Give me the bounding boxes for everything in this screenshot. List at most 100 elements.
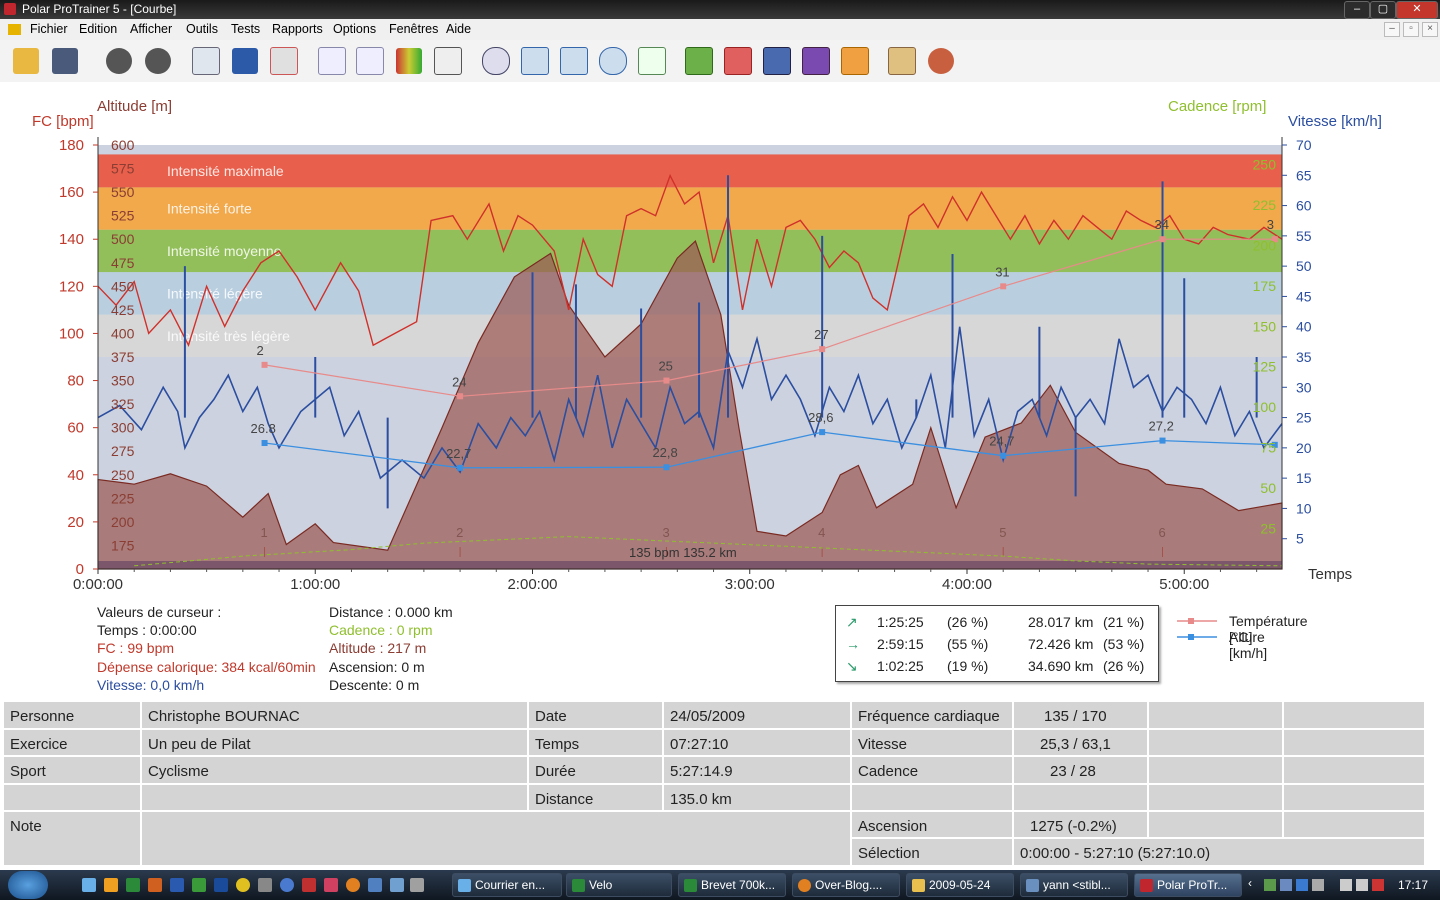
desktop-icon[interactable] xyxy=(82,878,96,892)
mdi-close-button[interactable]: × xyxy=(1422,22,1438,37)
firefox-icon[interactable] xyxy=(346,878,360,892)
mdi-minimize-button[interactable]: – xyxy=(1384,22,1400,37)
tray-icon[interactable] xyxy=(1280,879,1292,891)
analysis-3-icon[interactable] xyxy=(761,45,793,77)
speed-tick-label: 20 xyxy=(1296,440,1312,456)
task-overblog[interactable]: Over-Blog.... xyxy=(792,873,900,897)
zone-pct: (19 %) xyxy=(947,658,989,674)
tray-icon[interactable] xyxy=(1312,879,1324,891)
menu-outils[interactable]: Outils xyxy=(186,22,218,36)
globe-icon[interactable] xyxy=(280,878,294,892)
tray-icon[interactable] xyxy=(1264,879,1276,891)
time-tick-label: 1:00:00 xyxy=(290,576,340,593)
cursor-altitude: Altitude : 217 m xyxy=(329,640,427,657)
clock[interactable]: 17:17 xyxy=(1398,878,1428,892)
word-icon[interactable] xyxy=(170,878,184,892)
battery-icon[interactable] xyxy=(1356,879,1368,891)
report-icon[interactable] xyxy=(886,45,918,77)
marker-icon[interactable] xyxy=(519,45,551,77)
users-icon[interactable] xyxy=(925,45,957,77)
speed-tick-label: 10 xyxy=(1296,500,1312,516)
polar-app-icon xyxy=(1140,879,1153,892)
menu-options[interactable]: Options xyxy=(333,22,376,36)
open-folder-icon[interactable] xyxy=(10,45,42,77)
note-value[interactable] xyxy=(141,811,851,866)
pace-value-label: 28,6 xyxy=(808,410,833,425)
task-courrier[interactable]: Courrier en... xyxy=(452,873,562,897)
cadence-tick-label: 25 xyxy=(1260,521,1276,537)
calendar-icon[interactable] xyxy=(190,45,222,77)
app-icon[interactable] xyxy=(368,878,382,892)
lap-icon[interactable] xyxy=(558,45,590,77)
bar-chart-icon[interactable] xyxy=(354,45,386,77)
bluetooth-icon[interactable] xyxy=(1296,879,1308,891)
powerpoint-icon[interactable] xyxy=(148,878,162,892)
app-icon[interactable] xyxy=(214,878,228,892)
minimize-button[interactable]: – xyxy=(1344,1,1370,19)
zone-row-up: ↗ 1:25:25 (26 %) 28.017 km (21 %) xyxy=(836,612,1158,632)
analysis-5-icon[interactable] xyxy=(839,45,871,77)
temperature-legend-line xyxy=(1177,618,1217,624)
menu-edition[interactable]: Edition xyxy=(79,22,117,36)
fc-tick-label: 160 xyxy=(59,184,84,201)
save-icon[interactable] xyxy=(49,45,81,77)
line-chart-icon[interactable] xyxy=(316,45,348,77)
media-icon[interactable] xyxy=(104,878,118,892)
altitude-tick-label: 550 xyxy=(111,184,135,200)
zoom-icon[interactable] xyxy=(480,45,512,77)
analysis-1-icon[interactable] xyxy=(683,45,715,77)
zone-dpct: (53 %) xyxy=(1103,636,1145,652)
toolbar xyxy=(0,40,1440,83)
menu-aide[interactable]: Aide xyxy=(446,22,471,36)
pace-value-label: 27,2 xyxy=(1149,419,1174,434)
table-icon[interactable] xyxy=(432,45,464,77)
book-icon[interactable] xyxy=(229,45,261,77)
volume-muted-icon[interactable] xyxy=(1372,879,1384,891)
maximize-button[interactable]: ▢ xyxy=(1370,1,1396,19)
task-brevet[interactable]: Brevet 700k... xyxy=(678,873,786,897)
app-icon[interactable] xyxy=(192,878,206,892)
compare-icon[interactable] xyxy=(636,45,668,77)
altitude-tick-label: 350 xyxy=(111,373,135,389)
menu-afficher[interactable]: Afficher xyxy=(130,22,172,36)
stopwatch-icon[interactable] xyxy=(597,45,629,77)
task-label: Polar ProTr... xyxy=(1157,878,1228,892)
app-icon[interactable] xyxy=(302,878,316,892)
selection-value: 0:00:00 - 5:27:10 (5:27:10.0) xyxy=(1013,838,1425,866)
analysis-4-icon[interactable] xyxy=(800,45,832,77)
zone-row-flat: → 2:59:15 (55 %) 72.426 km (53 %) xyxy=(836,634,1158,654)
app-icon[interactable] xyxy=(390,878,404,892)
task-folder[interactable]: 2009-05-24 xyxy=(906,873,1014,897)
download-icon[interactable] xyxy=(258,878,272,892)
settings-icon[interactable] xyxy=(142,45,174,77)
menu-rapports[interactable]: Rapports xyxy=(272,22,323,36)
app-icon[interactable] xyxy=(324,878,338,892)
ascension-label: Ascension xyxy=(851,811,1013,838)
task-velo[interactable]: Velo xyxy=(566,873,672,897)
excel-icon[interactable] xyxy=(126,878,140,892)
percent-chart-icon[interactable] xyxy=(393,45,425,77)
cadence-tick-label: 100 xyxy=(1253,399,1277,415)
chrome-icon[interactable] xyxy=(236,878,250,892)
app-icon[interactable] xyxy=(410,878,424,892)
fc-axis-label: FC [bpm] xyxy=(32,113,94,130)
fc-tick-label: 120 xyxy=(59,278,84,295)
cursor-descente: Descente: 0 m xyxy=(329,676,420,693)
altitude-tick-label: 250 xyxy=(111,467,135,483)
menu-fichier[interactable]: Fichier xyxy=(30,22,68,36)
network-icon[interactable] xyxy=(1340,879,1352,891)
task-yann[interactable]: yann <stibl... xyxy=(1020,873,1128,897)
sync-icon[interactable] xyxy=(103,45,135,77)
start-button[interactable] xyxy=(8,871,48,899)
altitude-tick-label: 600 xyxy=(111,137,135,153)
task-polar[interactable]: Polar ProTr... xyxy=(1134,873,1242,897)
close-button[interactable]: ✕ xyxy=(1396,1,1438,19)
analysis-2-icon[interactable] xyxy=(722,45,754,77)
person-search-icon[interactable] xyxy=(268,45,300,77)
altitude-tick-label: 500 xyxy=(111,231,135,247)
chevron-left-icon[interactable]: ‹ xyxy=(1248,876,1252,890)
cadence-tick-label: 250 xyxy=(1253,156,1277,172)
menu-fenetres[interactable]: Fenêtres xyxy=(389,22,438,36)
menu-tests[interactable]: Tests xyxy=(231,22,260,36)
mdi-restore-button[interactable]: ▫ xyxy=(1403,22,1419,37)
